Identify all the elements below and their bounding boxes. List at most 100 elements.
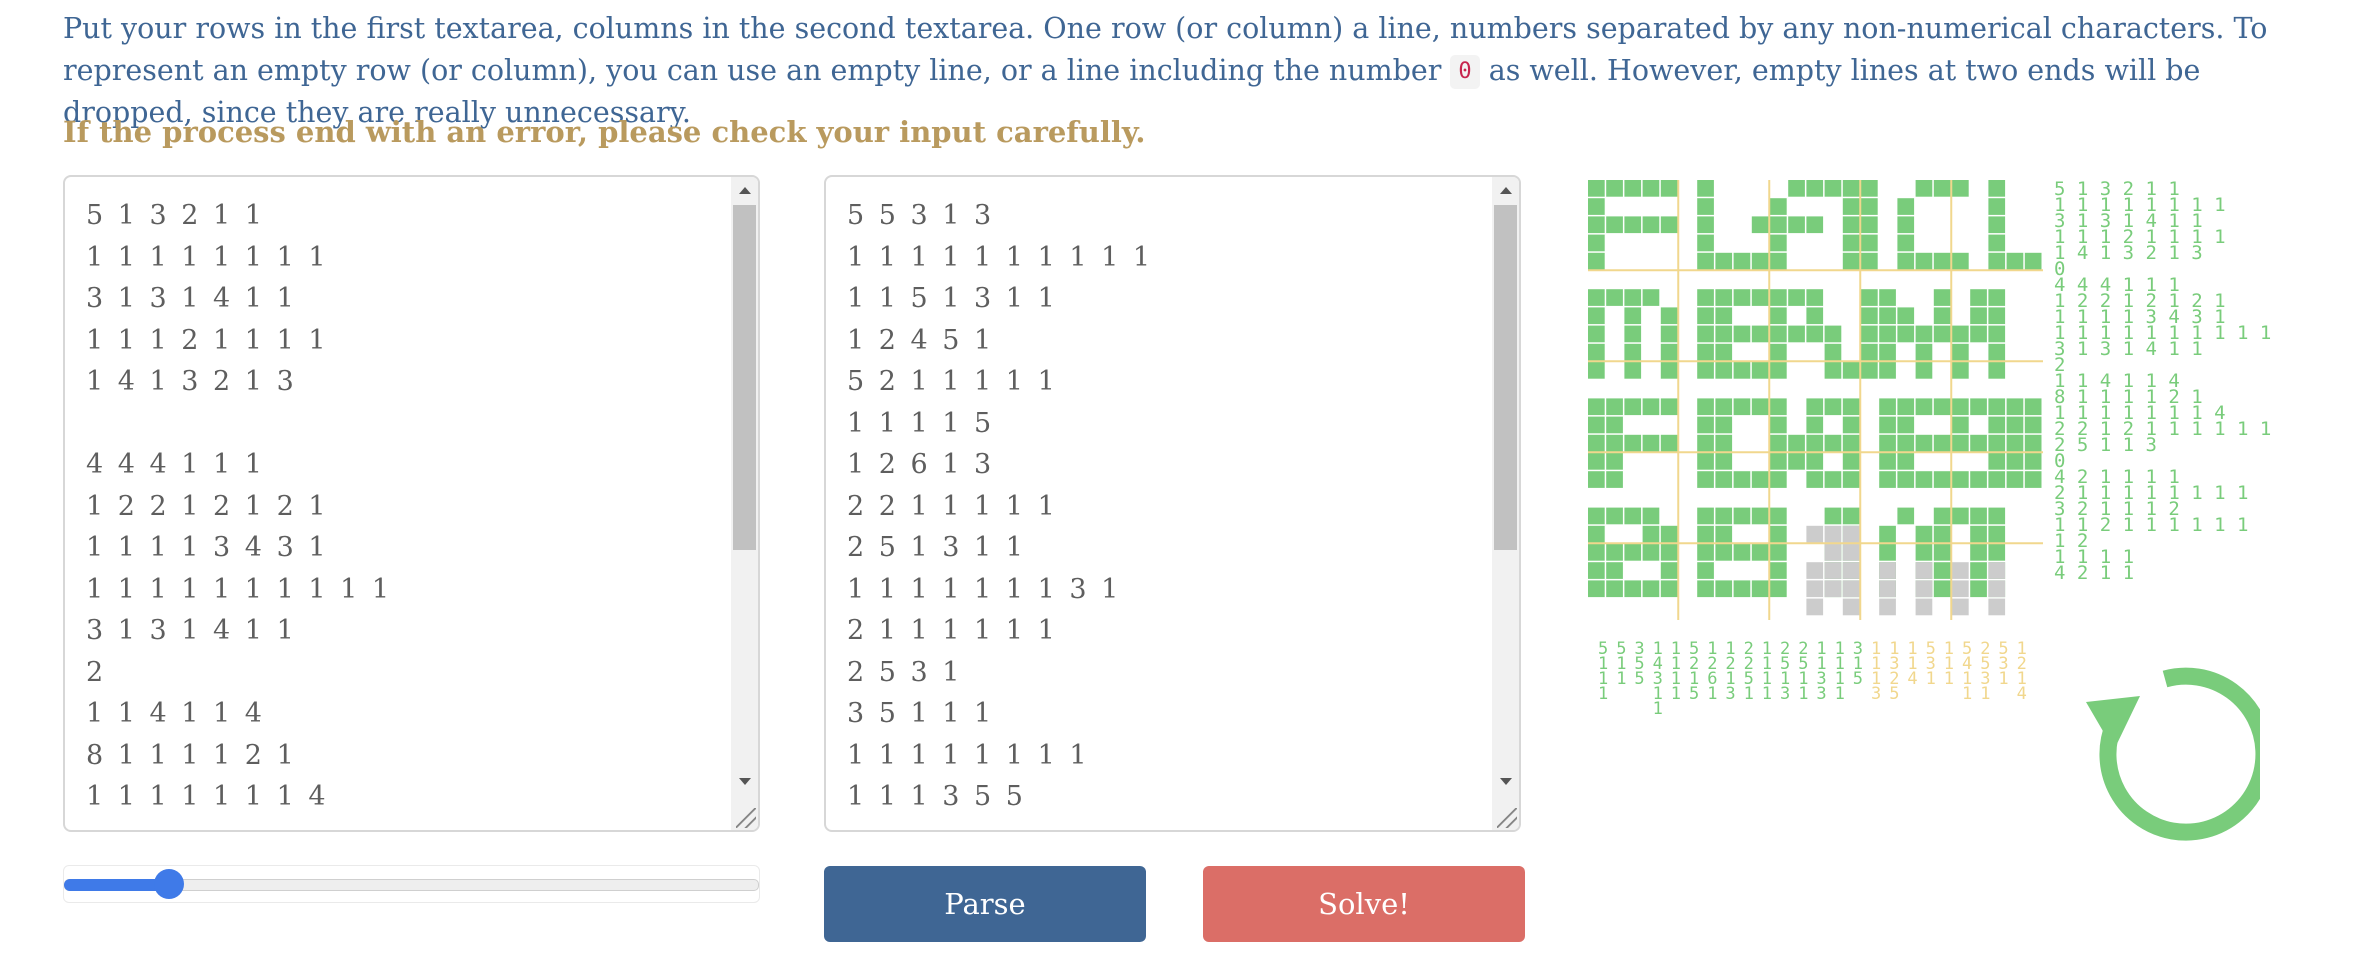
board-cell-unknown [1806, 525, 1824, 543]
board-cell-filled [1897, 416, 1915, 434]
column-clue: 14311 [1653, 639, 1663, 719]
scroll-up-arrow-icon[interactable] [1500, 187, 1512, 194]
board-cell-filled [1770, 471, 1787, 488]
board-cell-filled [1770, 507, 1787, 525]
board-cell-filled [1733, 471, 1751, 488]
scroll-thumb[interactable] [733, 205, 756, 550]
refresh-icon[interactable] [2070, 662, 2260, 852]
board-cell-filled [1952, 471, 1969, 488]
board-cell-filled [1697, 325, 1714, 343]
board-cell-filled [1770, 525, 1787, 543]
rows-textarea-content: 5 1 3 2 1 1 1 1 1 1 1 1 1 1 3 1 3 1 4 1 … [86, 200, 393, 812]
nonogram-board [1588, 180, 2043, 620]
board-cell-filled [1952, 362, 1969, 379]
board-cell-filled [1915, 398, 1933, 416]
board-cell-filled [1824, 343, 1842, 361]
board-cell-filled [1988, 289, 2006, 306]
board-cell-filled [1788, 434, 1805, 452]
board-cell-filled [1606, 398, 1623, 416]
board-cell-filled [1715, 525, 1733, 543]
board-cell-filled [1624, 180, 1642, 197]
board-cell-filled [1697, 234, 1714, 252]
board-cell-filled [1606, 416, 1623, 434]
board-cell-filled [1697, 525, 1714, 543]
board-cell-filled [1933, 471, 1951, 488]
board-cell-filled [1715, 507, 1733, 525]
board-cell-unknown [1806, 598, 1824, 616]
columns-textarea-content: 5 5 3 1 3 1 1 1 1 1 1 1 1 1 1 1 1 5 1 3 … [847, 200, 1154, 812]
board-cell-unknown [1915, 580, 1933, 598]
board-cell-filled [1697, 180, 1714, 197]
board-cell-filled [2006, 453, 2024, 470]
column-clue: 2251 [1744, 639, 1754, 704]
board-cell-filled [1588, 252, 1605, 270]
resize-grip-icon[interactable] [736, 808, 756, 828]
board-cell-unknown [1879, 562, 1896, 579]
resize-grip-icon[interactable] [1497, 808, 1517, 828]
board-cell-filled [1842, 434, 1860, 452]
column-clue: 355 [1634, 639, 1644, 689]
board-cell-filled [1915, 343, 1933, 361]
speed-slider[interactable] [63, 865, 760, 903]
scroll-down-arrow-icon[interactable] [1500, 778, 1512, 785]
board-cell-unknown [1915, 598, 1933, 616]
slider-knob[interactable] [154, 869, 184, 899]
board-cell-filled [1588, 398, 1605, 416]
columns-scrollbar[interactable] [1492, 177, 1519, 830]
board-cell-filled [1715, 434, 1733, 452]
board-cell-filled [1879, 525, 1896, 543]
board-cell-filled [1988, 234, 2006, 252]
board-cell-filled [1806, 471, 1824, 488]
board-cell-filled [1770, 434, 1787, 452]
solve-button[interactable]: Solve! [1203, 866, 1525, 942]
board-cell-filled [1770, 325, 1787, 343]
board-cell-filled [1715, 580, 1733, 598]
board-cell-filled [1770, 416, 1787, 434]
board-cell-filled [1879, 416, 1896, 434]
board-cell-filled [1879, 289, 1896, 306]
board-cell-filled [1770, 307, 1787, 325]
column-clue: 1133 [1816, 639, 1826, 704]
board-cell-filled [1588, 434, 1605, 452]
board-cell-filled [1733, 580, 1751, 598]
board-cell-filled [1770, 580, 1787, 598]
column-clue: 1111 [1671, 639, 1681, 704]
board-cell-filled [1933, 252, 1951, 270]
column-clue: 531 [1998, 639, 2008, 689]
rows-textarea[interactable]: 5 1 3 2 1 1 1 1 1 1 1 1 1 1 3 1 3 1 4 1 … [63, 175, 760, 832]
board-cell-filled [1933, 398, 1951, 416]
board-cell-filled [1806, 416, 1824, 434]
board-cell-filled [1861, 198, 1878, 215]
board-cell-unknown [1806, 562, 1824, 579]
columns-textarea[interactable]: 5 5 3 1 3 1 1 1 1 1 1 1 1 1 1 1 1 5 1 3 … [824, 175, 1521, 832]
board-cell-filled [1915, 252, 1933, 270]
board-cell-filled [1660, 398, 1678, 416]
column-clue: 511 [1616, 639, 1626, 689]
board-cell-filled [1952, 325, 1969, 343]
board-cell-filled [1970, 525, 1987, 543]
board-cell-filled [1660, 325, 1678, 343]
board-cell-filled [1642, 544, 1660, 561]
board-cell-filled [1697, 544, 1714, 561]
column-clues: 5 1 1 15 1 13 5 51 4 3 1 11 1 1 15 2 1 51 2 6 11 2 1 32 2 5 11 1 1 12… [1598, 639, 2036, 719]
parse-button[interactable]: Parse [824, 866, 1146, 942]
board-cell-filled [1842, 234, 1860, 252]
scroll-up-arrow-icon[interactable] [739, 187, 751, 194]
board-cell-filled [1970, 398, 1987, 416]
board-cell-filled [1824, 180, 1842, 197]
scroll-down-arrow-icon[interactable] [739, 778, 751, 785]
board-cell-filled [1879, 307, 1896, 325]
board-cell-filled [1697, 562, 1714, 579]
board-cell-filled [1624, 325, 1642, 343]
board-cell-filled [1970, 544, 1987, 561]
board-cell-filled [1697, 507, 1714, 525]
rows-scrollbar[interactable] [731, 177, 758, 830]
board-cell-filled [1806, 434, 1824, 452]
board-cell-filled [1952, 398, 1969, 416]
board-cell-filled [1624, 362, 1642, 379]
board-cell-filled [1715, 453, 1733, 470]
board-cell-filled [1606, 471, 1623, 488]
board-cell-filled [1770, 544, 1787, 561]
board-cell-filled [1588, 307, 1605, 325]
scroll-thumb[interactable] [1494, 205, 1517, 550]
